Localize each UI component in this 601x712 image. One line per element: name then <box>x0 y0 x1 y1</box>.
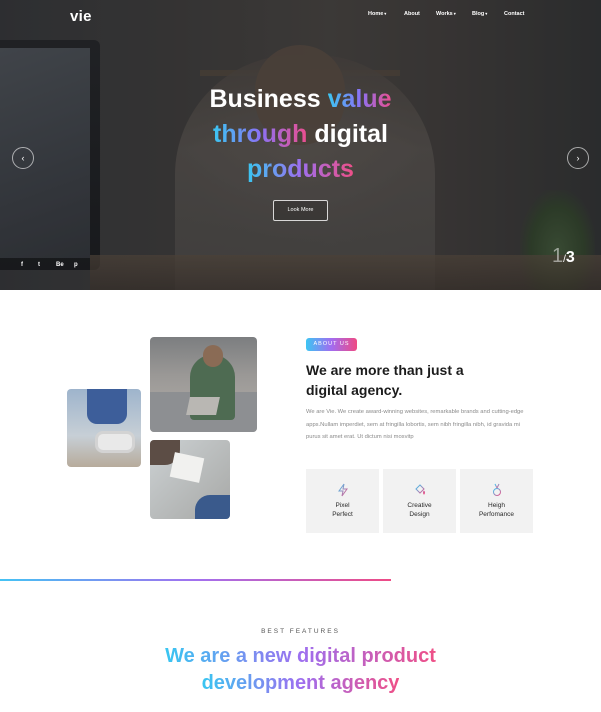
features-title-line-1: We are a new digital product <box>165 645 436 667</box>
caret-down-icon: ▾ <box>485 11 488 16</box>
about-badge: ABOUT US <box>306 338 357 351</box>
behance-icon[interactable]: Be <box>56 262 64 268</box>
slide-total: 3 <box>565 249 575 266</box>
facebook-icon[interactable]: f <box>21 262 23 268</box>
nav-item-home[interactable]: Home▾ <box>368 11 386 17</box>
feature-card-pixel-perfect[interactable]: Pixel Perfect <box>306 469 379 533</box>
features-eyebrow: BEST FEATURES <box>261 628 340 635</box>
lightning-icon <box>337 483 348 497</box>
about-photo-man-laptop <box>150 337 257 432</box>
nav-item-contact[interactable]: Contact <box>504 11 524 17</box>
headline-line-3: products <box>247 155 354 183</box>
nav-item-about[interactable]: About <box>404 11 420 17</box>
headline-line-2: through digital <box>213 120 388 148</box>
feature-card-high-performance[interactable]: Heigh Perfomance <box>460 469 533 533</box>
main-nav: Home▾ About Works▾ Blog▾ Contact <box>0 11 601 21</box>
hero-slider: vie Home▾ About Works▾ Blog▾ Contact Bus… <box>0 0 601 290</box>
chevron-left-icon: ‹ <box>21 153 25 163</box>
paint-bucket-icon <box>414 484 425 495</box>
features-title-line-2: development agency <box>201 672 400 694</box>
chevron-right-icon: › <box>576 153 580 163</box>
hero-headline: Business value through digital products <box>0 82 601 187</box>
feature-label: Creative Design <box>407 502 432 518</box>
about-title: We are more than just a digital agency. <box>306 362 464 398</box>
slide-counter: 1/3 <box>552 245 575 268</box>
feature-label: Pixel Perfect <box>332 502 353 518</box>
about-text: We are Vie. We create award-winning webs… <box>306 409 524 440</box>
twitter-icon[interactable]: t <box>38 262 40 268</box>
prev-slide-button[interactable]: ‹ <box>12 147 34 169</box>
caret-down-icon: ▾ <box>384 11 387 16</box>
look-more-button[interactable]: Look More <box>273 200 328 221</box>
caret-down-icon: ▾ <box>453 11 456 16</box>
nav-item-works[interactable]: Works▾ <box>436 11 456 17</box>
pinterest-icon[interactable]: p <box>74 262 78 268</box>
features-title: We are a new digital product development… <box>0 643 601 697</box>
page: vie Home▾ About Works▾ Blog▾ Contact Bus… <box>0 0 601 712</box>
gradient-divider <box>0 579 391 581</box>
feature-card-creative-design[interactable]: Creative Design <box>383 469 456 533</box>
feature-label: Heigh Perfomance <box>478 502 515 518</box>
slide-current: 1 <box>552 245 564 267</box>
about-photo-vr-headset <box>67 389 141 467</box>
medal-icon <box>492 483 501 496</box>
next-slide-button[interactable]: › <box>567 147 589 169</box>
headline-line-1: Business value <box>209 85 392 113</box>
about-photo-team-table <box>150 440 230 519</box>
nav-item-blog[interactable]: Blog▾ <box>472 11 487 17</box>
